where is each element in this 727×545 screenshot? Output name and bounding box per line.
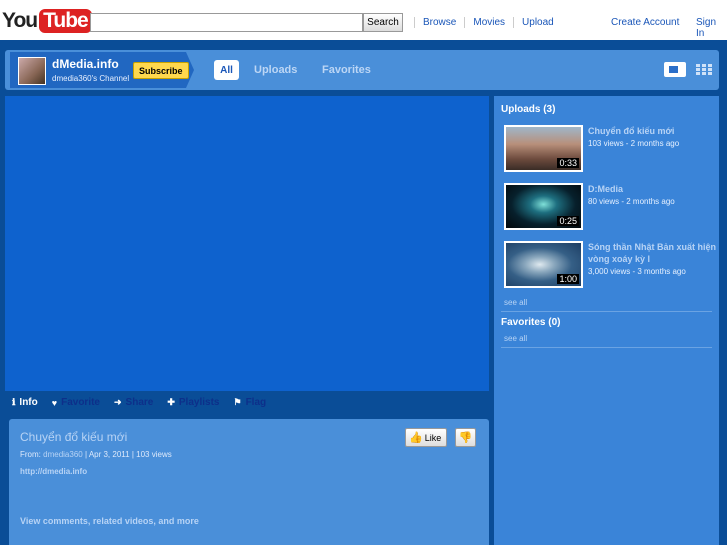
action-favorite-label: Favorite [61,397,100,408]
action-share[interactable]: ➜ Share [114,397,153,408]
player-view-icon[interactable] [664,62,686,77]
duration-badge: 1:00 [557,274,579,284]
divider [501,311,712,312]
video-meta: 3,000 views - 3 months ago [588,267,686,276]
action-info[interactable]: ℹ Info [12,397,38,408]
sidebar: Uploads (3) 0:33 Chuyển đổ kiếu mới 103 … [494,96,719,545]
create-account-link[interactable]: Create Account [611,17,679,28]
action-flag[interactable]: ⚑ Flag [233,397,266,408]
tab-uploads[interactable]: Uploads [254,64,297,76]
channel-badge: dMedia.info dmedia360's Channel Subscrib… [10,52,194,88]
nav-browse-link[interactable]: Browse [414,17,464,28]
channel-header: dMedia.info dmedia360's Channel Subscrib… [5,50,719,90]
arrow-right-icon: ➜ [114,397,122,407]
action-share-label: Share [125,397,154,408]
top-bar: You Tube Search Browse Movies Upload Cre… [0,0,727,40]
video-actions: ℹ Info ♥ Favorite ➜ Share ✚ Playlists ⚑ Flag [12,397,280,408]
thumbs-up-icon: 👍 [409,432,423,444]
video-info-panel: Chuyển đổ kiếu mới From: dmedia360 | Apr… [9,419,489,545]
list-item[interactable]: 1:00 Sóng thần Nhật Bản xuất hiện vòng x… [504,241,716,291]
video-thumbnail[interactable]: 0:25 [504,183,583,230]
info-icon: ℹ [12,397,16,407]
like-label: Like [424,432,442,443]
thumbs-down-icon: 👎 [458,432,473,444]
list-item[interactable]: 0:25 D:Media 80 views - 2 months ago [504,183,714,233]
video-meta: From: dmedia360 | Apr 3, 2011 | 103 view… [20,450,172,459]
heart-icon: ♥ [51,397,58,408]
divider [501,347,712,348]
dislike-button[interactable]: 👎 [455,428,476,447]
duration-badge: 0:25 [557,216,579,226]
uploader-link[interactable]: dmedia360 [43,450,83,459]
upload-date: Apr 3, 2011 [88,450,130,459]
list-item[interactable]: 0:33 Chuyển đổ kiếu mới 103 views - 2 mo… [504,125,714,175]
video-thumbnail[interactable]: 0:33 [504,125,583,172]
grid-view-icon[interactable] [696,64,712,75]
video-url-link[interactable]: http://dmedia.info [20,467,87,476]
avatar[interactable] [18,57,46,85]
view-more-link[interactable]: View comments, related videos, and more [20,516,199,526]
channel-subtitle: dmedia360's Channel [52,74,130,83]
from-label: From: [20,450,41,459]
action-playlists-label: Playlists [178,397,220,408]
plus-icon: ✚ [167,397,175,407]
video-meta: 80 views - 2 months ago [588,197,675,206]
video-title[interactable]: D:Media [588,183,716,195]
search-input[interactable] [90,13,363,32]
logo-tube-text: Tube [39,9,92,33]
youtube-logo[interactable]: You Tube [2,6,92,36]
subscribe-button[interactable]: Subscribe [133,62,189,79]
like-button[interactable]: 👍 Like [405,428,448,447]
view-count: 103 views [136,450,172,459]
action-flag-label: Flag [245,397,267,408]
action-info-label: Info [19,397,38,408]
action-favorite[interactable]: ♥ Favorite [52,397,100,408]
flag-icon: ⚑ [233,397,242,407]
nav-movies-link[interactable]: Movies [464,17,513,28]
video-title[interactable]: Sóng thần Nhật Bản xuất hiện vòng xoáy k… [588,241,716,265]
duration-badge: 0:33 [557,158,579,168]
tab-favorites[interactable]: Favorites [322,64,371,76]
see-all-uploads-link[interactable]: see all [504,298,527,307]
video-thumbnail[interactable]: 1:00 [504,241,583,288]
video-player[interactable] [5,96,489,391]
main-nav: Browse Movies Upload [414,17,562,28]
search-button[interactable]: Search [363,13,403,32]
video-title[interactable]: Chuyển đổ kiếu mới [588,125,716,137]
sign-in-link[interactable]: Sign In [696,17,727,39]
video-meta: 103 views - 2 months ago [588,139,680,148]
logo-you-text: You [2,9,38,32]
video-title[interactable]: Chuyển đổ kiếu mới [20,430,127,444]
channel-name[interactable]: dMedia.info [52,57,119,71]
favorites-heading[interactable]: Favorites (0) [501,317,560,328]
see-all-favorites-link[interactable]: see all [504,334,527,343]
tab-all[interactable]: All [214,60,239,80]
nav-upload-link[interactable]: Upload [513,17,562,28]
action-playlists[interactable]: ✚ Playlists [167,397,219,408]
uploads-heading[interactable]: Uploads (3) [501,104,555,115]
